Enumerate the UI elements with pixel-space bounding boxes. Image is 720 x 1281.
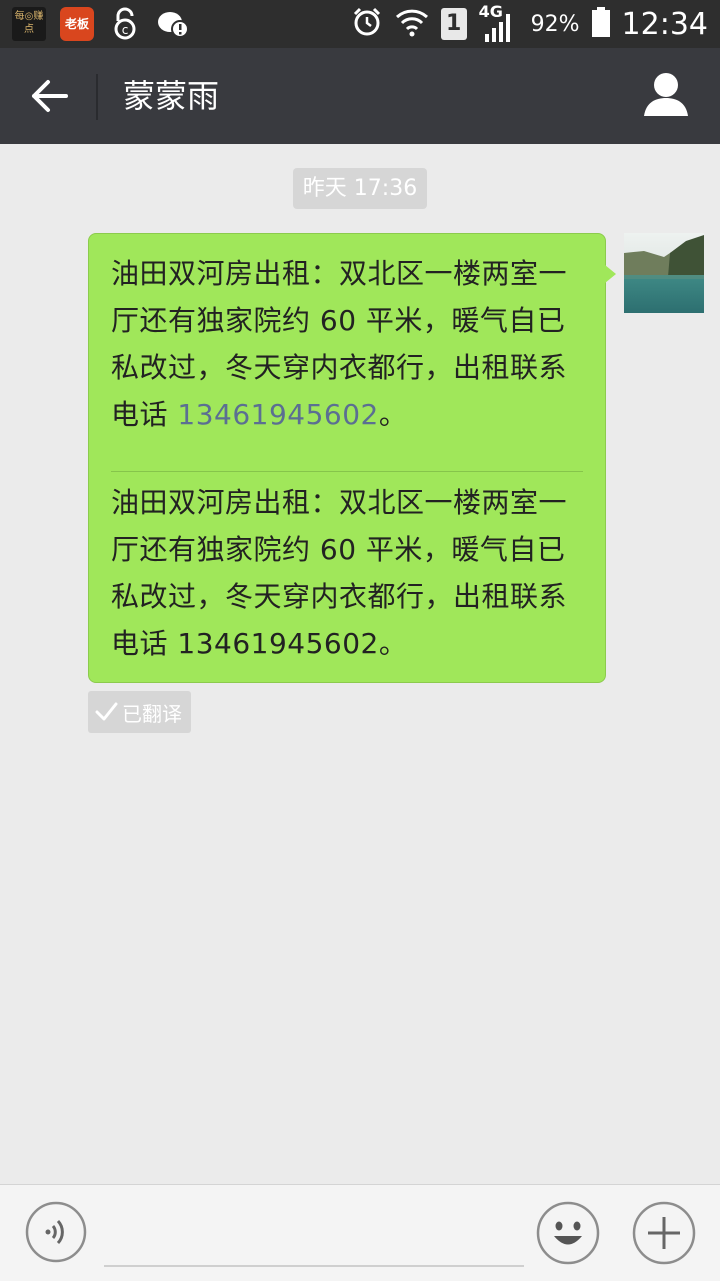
message-timestamp: 昨天 17:36 (293, 168, 427, 209)
status-bar: 每◎赚点 老板 c 1 4G 92% 12:34 (0, 0, 720, 48)
emoji-icon (536, 1201, 600, 1265)
message-translated-text: 油田双河房出租：双北区一楼两室一厅还有独家院约 60 平米，暖气自已私改过，冬天… (111, 486, 568, 660)
back-button[interactable] (22, 72, 74, 120)
title-divider (96, 74, 98, 120)
app-notification-icon: 每◎赚点 (12, 7, 46, 41)
landscape-avatar-image (624, 233, 704, 313)
check-icon (95, 702, 118, 721)
svg-text:c: c (122, 23, 129, 37)
phone-link[interactable]: 13461945602 (177, 398, 378, 431)
title-bar: 蒙蒙雨 (0, 48, 720, 144)
input-bar (0, 1184, 720, 1281)
battery-percent: 92% (530, 11, 580, 37)
battery-icon (591, 7, 610, 41)
alarm-icon (351, 6, 383, 42)
chat-alert-icon (156, 7, 190, 41)
more-button[interactable] (632, 1201, 696, 1265)
voice-button[interactable] (25, 1201, 87, 1263)
profile-button[interactable] (642, 70, 690, 122)
translated-label: 已翻译 (122, 701, 182, 726)
back-arrow-icon (32, 80, 68, 112)
voice-icon (25, 1201, 87, 1263)
app1-label: 每◎赚点 (14, 11, 44, 35)
chat-title: 蒙蒙雨 (123, 77, 220, 115)
message-text-end: 。 (378, 398, 408, 431)
message-original-text: 油田双河房出租：双北区一楼两室一厅还有独家院约 60 平米，暖气自已私改过，冬天… (111, 250, 583, 438)
message-input[interactable] (104, 1205, 524, 1267)
user-icon (644, 73, 688, 116)
clock: 12:34 (621, 6, 708, 42)
wifi-icon (395, 7, 429, 41)
cell-signal-icon: 4G (479, 2, 519, 44)
avatar[interactable] (624, 233, 704, 313)
app2-label: 老板 (64, 17, 89, 31)
unlock-icon: c (108, 7, 142, 41)
emoji-button[interactable] (536, 1201, 600, 1265)
app-notification-icon-2: 老板 (60, 7, 94, 41)
sim-slot-indicator: 1 (440, 8, 467, 40)
translation-divider (111, 471, 583, 472)
message-bubble[interactable]: 油田双河房出租：双北区一楼两室一厅还有独家院约 60 平米，暖气自已私改过，冬天… (88, 233, 606, 683)
plus-icon (632, 1201, 696, 1265)
translated-badge: 已翻译 (88, 691, 191, 733)
bubble-tail (605, 265, 616, 283)
